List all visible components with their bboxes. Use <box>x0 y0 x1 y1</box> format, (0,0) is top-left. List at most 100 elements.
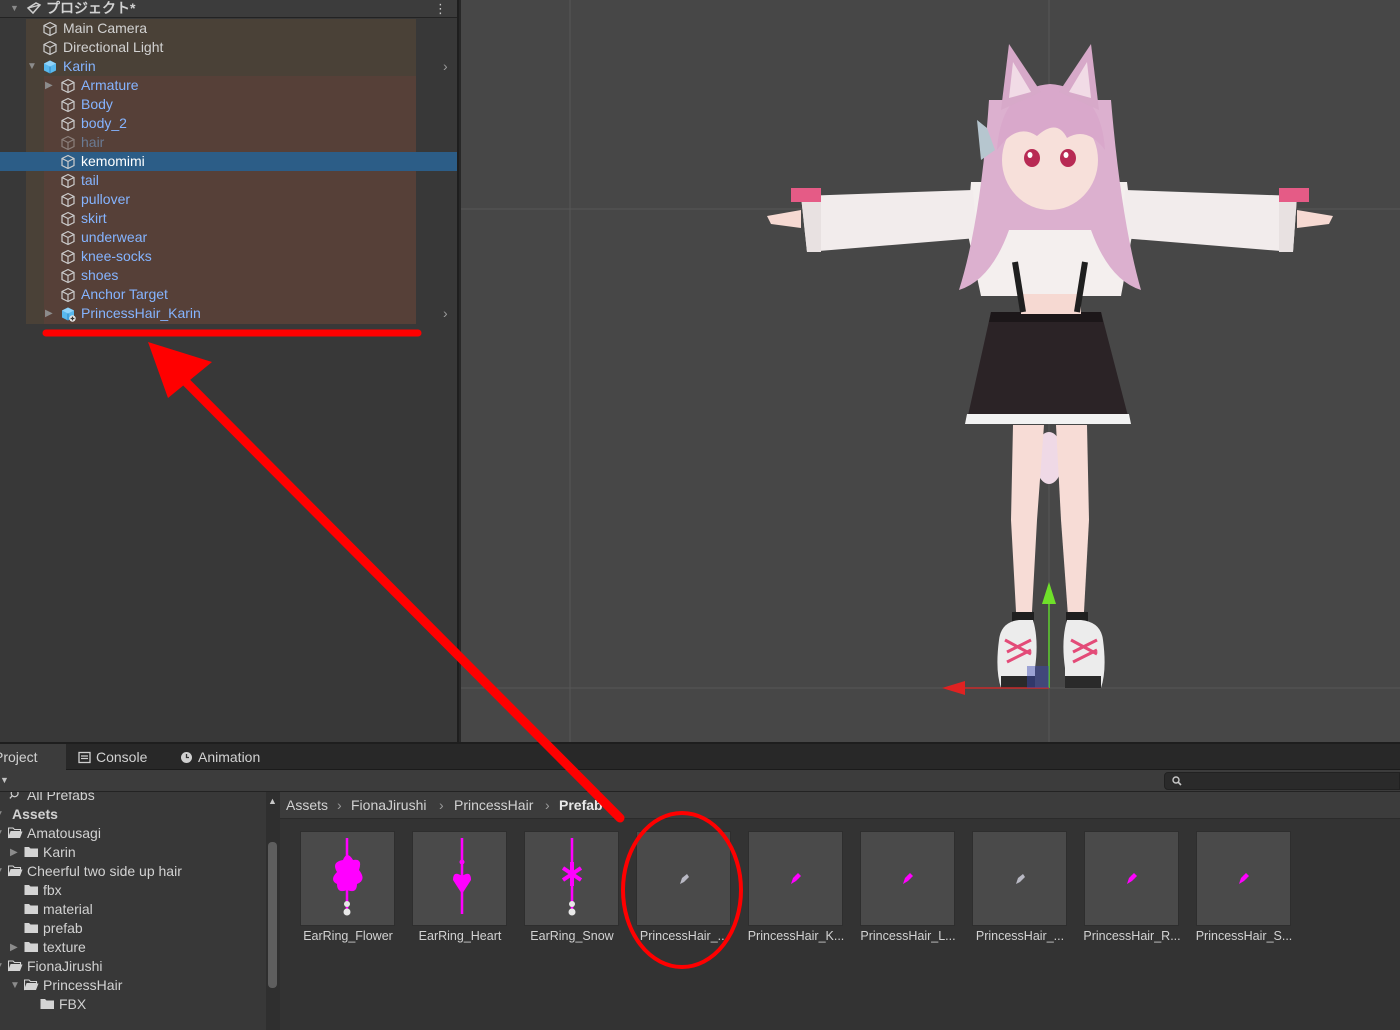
hierarchy-scene-header[interactable]: ▼ プロジェクト* ⋮ <box>0 0 457 18</box>
folder-item-label: material <box>43 901 93 917</box>
hierarchy-item-label: Anchor Target <box>81 286 168 302</box>
gameobject-icon <box>61 154 75 170</box>
fold-closed-arrow-icon[interactable]: ▶ <box>10 843 18 862</box>
fold-open-arrow-icon[interactable]: ▼ <box>10 976 20 995</box>
folder-item[interactable]: material <box>0 900 266 919</box>
breadcrumb-current: Prefab <box>559 797 603 813</box>
gameobject-icon <box>61 249 75 265</box>
folder-icon <box>24 923 38 933</box>
folder-item[interactable]: ▼ Cheerful two side up hair <box>0 862 266 881</box>
fold-open-arrow-icon[interactable]: ▼ <box>0 957 4 976</box>
tab-console[interactable]: Console <box>70 744 166 770</box>
folder-item[interactable]: ▶ Karin <box>0 843 266 862</box>
hierarchy-item[interactable]: kemomimi <box>0 152 457 171</box>
open-prefab-chevron-icon[interactable]: › <box>443 304 448 323</box>
asset-item[interactable]: PrincessHair_K... <box>740 831 852 961</box>
open-prefab-chevron-icon[interactable]: › <box>443 57 448 76</box>
hair-magenta-preview-icon <box>1239 873 1249 884</box>
breadcrumb-separator-icon: › <box>545 797 550 813</box>
asset-item[interactable]: EarRing_Flower <box>292 831 404 961</box>
asset-thumbnail[interactable] <box>412 831 507 926</box>
create-dropdown-icon[interactable]: ▼ <box>0 775 9 785</box>
hierarchy-item[interactable]: skirt <box>0 209 457 228</box>
folder-item[interactable]: ▼ PrincessHair <box>0 976 266 995</box>
hierarchy-item[interactable]: shoes <box>0 266 457 285</box>
fold-open-arrow-icon[interactable]: ▼ <box>27 57 37 76</box>
breadcrumb: Assets › FionaJirushi › PrincessHair › Prefab <box>280 792 1400 819</box>
hierarchy-item[interactable]: ▶ Armature <box>0 76 457 95</box>
folder-item[interactable]: FBX <box>0 995 266 1014</box>
console-icon <box>78 751 91 764</box>
breadcrumb-item[interactable]: FionaJirushi <box>351 792 426 819</box>
tab-project[interactable]: Project <box>0 744 66 770</box>
asset-thumbnail[interactable] <box>972 831 1067 926</box>
folder-item[interactable]: ▶ texture <box>0 938 266 957</box>
scene-menu-icon[interactable]: ⋮ <box>434 1 447 17</box>
folder-item-label: PrincessHair <box>43 977 123 993</box>
hierarchy-item[interactable]: ▼ Karin › <box>0 57 457 76</box>
bottom-tab-bar: Project Console Animation <box>0 744 1400 770</box>
hierarchy-item[interactable]: Directional Light <box>0 38 457 57</box>
asset-thumbnail[interactable] <box>524 831 619 926</box>
fold-closed-arrow-icon[interactable]: ▶ <box>45 304 53 323</box>
asset-thumbnail[interactable] <box>860 831 955 926</box>
hierarchy-item-label: Karin <box>63 58 96 74</box>
hierarchy-item[interactable]: Body <box>0 95 457 114</box>
hierarchy-item[interactable]: tail <box>0 171 457 190</box>
asset-item[interactable]: PrincessHair_... <box>628 831 740 961</box>
asset-item[interactable]: PrincessHair_R... <box>1076 831 1188 961</box>
asset-thumbnail[interactable] <box>300 831 395 926</box>
folder-item[interactable]: ▼ FionaJirushi <box>0 957 266 976</box>
gameobject-icon <box>61 78 75 94</box>
hierarchy-item[interactable]: pullover <box>0 190 457 209</box>
folder-item[interactable]: All Prefabs <box>0 792 266 805</box>
hierarchy-item[interactable]: Anchor Target <box>0 285 457 304</box>
asset-label: EarRing_Snow <box>530 929 614 943</box>
folder-tree-scrollbar[interactable]: ▲ <box>266 792 280 1030</box>
asset-thumbnail[interactable] <box>1084 831 1179 926</box>
asset-thumbnail[interactable] <box>748 831 843 926</box>
hierarchy-item[interactable]: underwear <box>0 228 457 247</box>
asset-item[interactable]: EarRing_Snow <box>516 831 628 961</box>
asset-label: PrincessHair_... <box>639 929 729 943</box>
hierarchy-item-label: kemomimi <box>81 153 145 169</box>
breadcrumb-item[interactable]: PrincessHair <box>454 792 533 819</box>
hierarchy-item-label: Main Camera <box>63 20 148 36</box>
asset-thumbnail[interactable] <box>1196 831 1291 926</box>
fold-open-arrow-icon[interactable]: ▼ <box>0 862 4 881</box>
fold-open-arrow-icon[interactable]: ▼ <box>0 805 4 824</box>
tab-animation[interactable]: Animation <box>172 744 282 770</box>
scroll-up-icon[interactable]: ▲ <box>268 796 277 806</box>
fold-closed-arrow-icon[interactable]: ▶ <box>10 938 18 957</box>
project-search-input[interactable] <box>1164 772 1400 790</box>
breadcrumb-item[interactable]: Assets <box>286 792 328 819</box>
asset-item[interactable]: PrincessHair_... <box>964 831 1076 961</box>
fold-closed-arrow-icon[interactable]: ▶ <box>45 76 53 95</box>
scene-fold-arrow-icon[interactable]: ▼ <box>10 3 19 13</box>
hierarchy-item[interactable]: hair <box>0 133 457 152</box>
fold-open-arrow-icon[interactable]: ▼ <box>0 824 4 843</box>
asset-item[interactable]: EarRing_Heart <box>404 831 516 961</box>
folder-item[interactable]: fbx <box>0 881 266 900</box>
folder-item[interactable]: ▼ Amatousagi <box>0 824 266 843</box>
tab-label: Project <box>0 749 38 765</box>
earring-flower-preview-icon <box>333 838 363 916</box>
hierarchy-item-label: pullover <box>81 191 131 207</box>
asset-item[interactable]: PrincessHair_L... <box>852 831 964 961</box>
gameobject-icon <box>61 268 75 284</box>
hierarchy-item[interactable]: Main Camera <box>0 19 457 38</box>
folder-icon <box>24 904 38 914</box>
folder-item[interactable]: ▼ Assets <box>0 805 266 824</box>
asset-thumbnail[interactable] <box>636 831 731 926</box>
gameobject-icon <box>61 116 75 132</box>
asset-item[interactable]: PrincessHair_S... <box>1188 831 1300 961</box>
scene-viewport[interactable] <box>461 0 1400 742</box>
project-panel: Project Console Animation ▼ All Prefabs ▼ As… <box>0 742 1400 1030</box>
hierarchy-item[interactable]: ▶ PrincessHair_Karin › <box>0 304 457 323</box>
folder-item[interactable]: prefab <box>0 919 266 938</box>
scrollbar-thumb[interactable] <box>268 842 277 988</box>
hierarchy-item[interactable]: body_2 <box>0 114 457 133</box>
scene-view[interactable] <box>461 0 1400 742</box>
hierarchy-item[interactable]: knee-socks <box>0 247 457 266</box>
hierarchy-item-label: PrincessHair_Karin <box>81 305 201 321</box>
